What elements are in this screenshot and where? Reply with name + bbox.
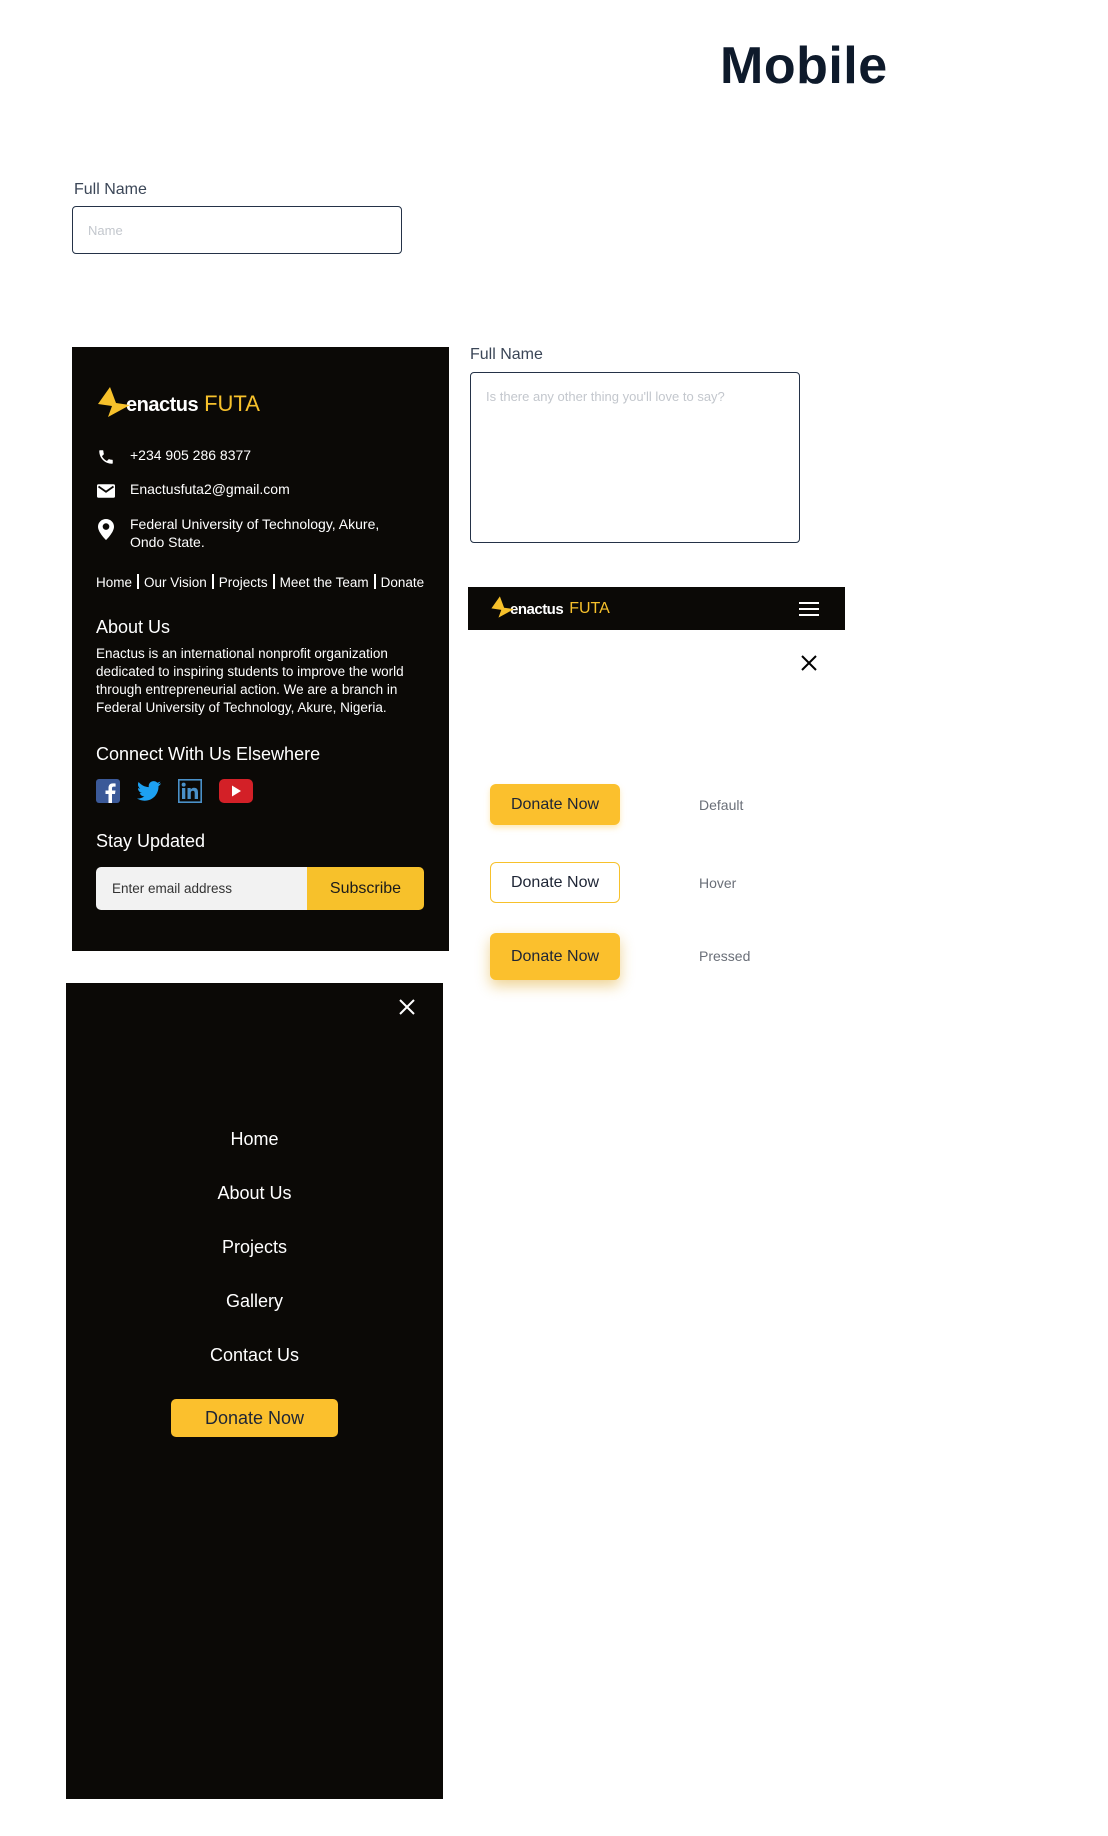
divider bbox=[373, 574, 376, 589]
donate-button-pressed[interactable]: Donate Now bbox=[490, 933, 620, 980]
about-title: About Us bbox=[96, 617, 171, 637]
full-name-input[interactable] bbox=[72, 206, 402, 254]
divider bbox=[137, 574, 140, 589]
full-name-label: Full Name bbox=[74, 181, 147, 198]
brand-word: enactus bbox=[126, 394, 199, 416]
donate-button-default[interactable]: Donate Now bbox=[490, 784, 620, 825]
footer-panel: enactus FUTA +234 905 286 8377 Enactusfu… bbox=[72, 347, 449, 951]
linkedin-icon[interactable] bbox=[178, 779, 202, 803]
subscribe-email-input[interactable] bbox=[96, 867, 307, 910]
mobile-menu: Home About Us Projects Gallery Contact U… bbox=[66, 983, 443, 1799]
phone-text: +234 905 286 8377 bbox=[130, 447, 252, 463]
brand-accent: FUTA bbox=[569, 600, 610, 617]
message-textarea[interactable] bbox=[470, 372, 800, 543]
brand-accent: FUTA bbox=[204, 391, 260, 416]
menu-item-projects[interactable]: Projects bbox=[66, 1237, 443, 1258]
facebook-icon[interactable] bbox=[96, 779, 120, 803]
hamburger-menu-icon[interactable] bbox=[799, 601, 819, 617]
menu-donate-button[interactable]: Donate Now bbox=[171, 1399, 338, 1437]
subscribe-button[interactable]: Subscribe bbox=[307, 867, 424, 910]
menu-close-icon[interactable] bbox=[399, 999, 415, 1015]
email-text: Enactusfuta2@gmail.com bbox=[130, 481, 290, 497]
subscribe-form: Subscribe bbox=[96, 867, 424, 910]
youtube-icon[interactable] bbox=[219, 779, 253, 803]
brand-word: enactus bbox=[510, 601, 564, 618]
menu-item-contact[interactable]: Contact Us bbox=[66, 1345, 443, 1366]
email-row: Enactusfuta2@gmail.com bbox=[96, 481, 290, 501]
state-label-hover: Hover bbox=[699, 875, 737, 891]
connect-title: Connect With Us Elsewhere bbox=[96, 744, 321, 764]
divider bbox=[211, 574, 214, 589]
mobile-navbar: enactus FUTA bbox=[468, 587, 845, 630]
footer-link-home[interactable]: Home bbox=[96, 575, 132, 590]
address-line-2: Ondo State. bbox=[130, 534, 205, 550]
address-row: Federal University of Technology, Akure,… bbox=[96, 515, 379, 551]
donate-button-hover[interactable]: Donate Now bbox=[490, 862, 620, 903]
close-icon[interactable] bbox=[801, 655, 817, 671]
stay-updated-title: Stay Updated bbox=[96, 831, 206, 851]
twitter-icon[interactable] bbox=[137, 779, 161, 803]
mail-icon bbox=[96, 481, 116, 501]
address-line-1: Federal University of Technology, Akure, bbox=[130, 516, 380, 532]
phone-icon bbox=[96, 447, 116, 467]
enactus-logo-icon bbox=[98, 387, 130, 417]
enactus-logo-icon bbox=[491, 596, 514, 618]
menu-item-home[interactable]: Home bbox=[66, 1129, 443, 1150]
location-pin-icon bbox=[96, 518, 116, 540]
page-title: Mobile bbox=[720, 37, 888, 95]
footer-link-donate[interactable]: Donate bbox=[381, 575, 425, 590]
state-label-pressed: Pressed bbox=[699, 948, 751, 964]
navbar-logo[interactable]: enactus FUTA bbox=[490, 596, 610, 618]
divider bbox=[272, 574, 275, 589]
footer-link-projects[interactable]: Projects bbox=[219, 575, 268, 590]
state-label-default: Default bbox=[699, 797, 744, 813]
menu-item-gallery[interactable]: Gallery bbox=[66, 1291, 443, 1312]
about-text: Enactus is an international nonprofit or… bbox=[96, 646, 404, 715]
footer-logo: enactus FUTA bbox=[96, 387, 260, 417]
phone-row: +234 905 286 8377 bbox=[96, 447, 251, 467]
menu-item-about[interactable]: About Us bbox=[66, 1183, 443, 1204]
full-name-textarea-label: Full Name bbox=[470, 346, 543, 363]
footer-link-team[interactable]: Meet the Team bbox=[280, 575, 369, 590]
footer-links: Home Our Vision Projects Meet the Team Donat… bbox=[96, 574, 424, 590]
footer-link-vision[interactable]: Our Vision bbox=[144, 575, 207, 590]
